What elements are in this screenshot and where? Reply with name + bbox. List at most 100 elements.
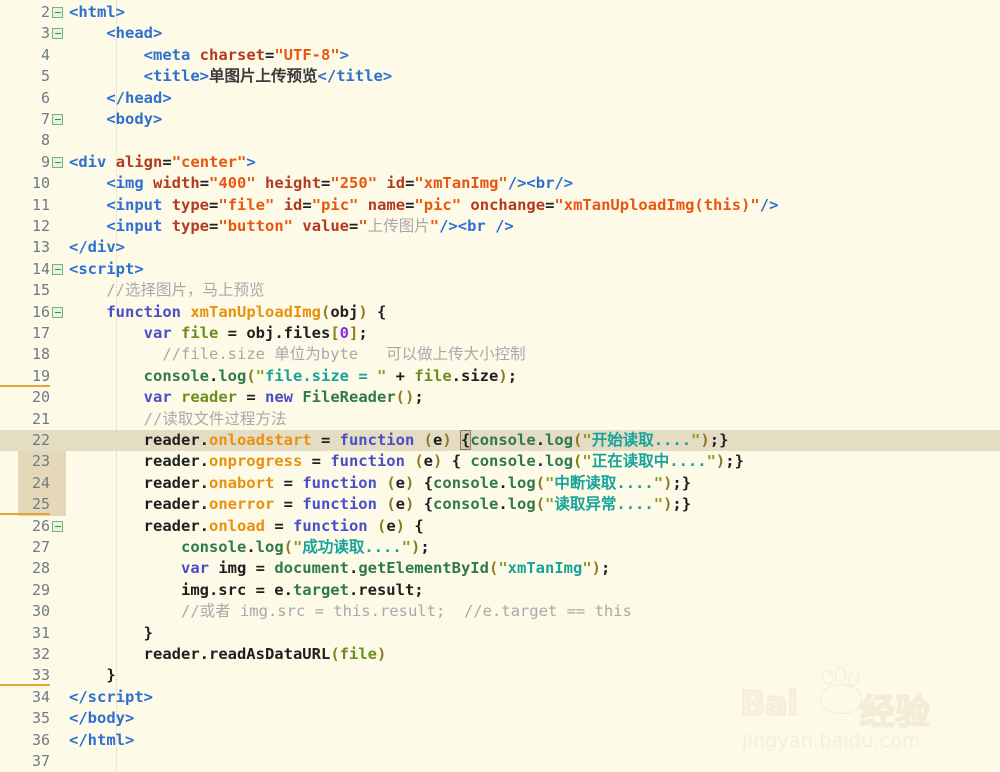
line-number[interactable]: 37 [0, 751, 50, 772]
line-number[interactable]: 28 [0, 558, 50, 579]
line-number[interactable]: 34 [0, 687, 50, 708]
code-line[interactable]: 7 <body> [0, 109, 1000, 130]
code-text[interactable]: <input type="button" value="上传图片"/><br /… [69, 216, 513, 237]
fold-collapse-icon[interactable] [52, 28, 63, 40]
code-line[interactable]: 11 <input type="file" id="pic" name="pic… [0, 195, 1000, 216]
line-number[interactable]: 33 [0, 665, 50, 687]
line-number[interactable]: 27 [0, 537, 50, 558]
code-editor[interactable]: 2 <html> 3 <head> 4 <meta charset="UTF-8"> 5… [0, 0, 1000, 772]
line-number[interactable]: 3 [0, 23, 50, 44]
code-text[interactable]: <div align="center"> [69, 152, 256, 173]
fold-collapse-icon[interactable] [52, 306, 63, 318]
code-text[interactable]: //或者 img.src = this.result; //e.target =… [69, 601, 632, 622]
fold-collapse-icon[interactable] [52, 156, 63, 168]
line-number[interactable]: 16 [0, 302, 50, 323]
code-line[interactable]: 8 [0, 130, 1000, 151]
code-line[interactable]: 16 function xmTanUploadImg(obj) { [0, 302, 1000, 323]
code-line[interactable]: 27 console.log("成功读取...."); [0, 537, 1000, 558]
code-line[interactable]: 24 reader.onabort = function (e) {consol… [0, 473, 1000, 494]
line-number[interactable]: 25 [0, 494, 50, 516]
code-text[interactable]: <body> [69, 109, 162, 130]
code-line[interactable]: 23 reader.onprogress = function (e) { co… [0, 451, 1000, 472]
line-number[interactable]: 35 [0, 708, 50, 729]
line-number[interactable]: 24 [0, 473, 50, 494]
line-number[interactable]: 30 [0, 601, 50, 622]
code-text[interactable]: <html> [69, 2, 125, 23]
code-text[interactable]: <head> [69, 23, 162, 44]
line-number[interactable]: 15 [0, 280, 50, 301]
code-line[interactable]: 18 //file.size 单位为byte 可以做上传大小控制 [0, 344, 1000, 365]
fold-collapse-icon[interactable] [52, 263, 63, 275]
code-line[interactable]: 17 var file = obj.files[0]; [0, 323, 1000, 344]
line-number[interactable]: 20 [0, 387, 50, 408]
code-text[interactable]: <meta charset="UTF-8"> [69, 45, 349, 66]
code-line[interactable]: 37 [0, 751, 1000, 772]
code-text[interactable]: <input type="file" id="pic" name="pic" o… [69, 195, 778, 216]
code-text[interactable]: reader.onloadstart = function (e) {conso… [69, 430, 728, 451]
code-line[interactable]: 4 <meta charset="UTF-8"> [0, 45, 1000, 66]
fold-collapse-icon[interactable] [52, 520, 63, 532]
code-text[interactable]: reader.onerror = function (e) {console.l… [69, 494, 691, 515]
line-number[interactable]: 5 [0, 66, 50, 87]
code-line[interactable]: 10 <img width="400" height="250" id="xmT… [0, 173, 1000, 194]
code-text[interactable]: reader.onload = function (e) { [69, 516, 424, 537]
line-number[interactable]: 29 [0, 580, 50, 601]
line-number[interactable]: 26 [0, 516, 50, 537]
line-number[interactable]: 10 [0, 173, 50, 194]
fold-collapse-icon[interactable] [52, 7, 63, 18]
code-text[interactable]: var file = obj.files[0]; [69, 323, 368, 344]
code-line[interactable]: 15 //选择图片，马上预览 [0, 280, 1000, 301]
code-text[interactable]: console.log("成功读取...."); [69, 537, 430, 558]
code-text[interactable]: </script> [69, 687, 153, 708]
code-line[interactable]: 28 var img = document.getElementById("xm… [0, 558, 1000, 579]
code-text[interactable]: img.src = e.target.result; [69, 580, 424, 601]
line-number[interactable]: 4 [0, 45, 50, 66]
line-number[interactable]: 13 [0, 237, 50, 258]
code-line[interactable]: 2 <html> [0, 2, 1000, 23]
code-line[interactable]: 3 <head> [0, 23, 1000, 44]
code-text[interactable]: //选择图片，马上预览 [69, 280, 264, 301]
code-line[interactable]: 21 //读取文件过程方法 [0, 409, 1000, 430]
code-line[interactable]: 29 img.src = e.target.result; [0, 580, 1000, 601]
code-text[interactable]: //file.size 单位为byte 可以做上传大小控制 [69, 344, 525, 365]
code-text[interactable]: } [69, 665, 115, 686]
code-text[interactable]: function xmTanUploadImg(obj) { [69, 302, 386, 323]
line-number[interactable]: 11 [0, 195, 50, 216]
code-line[interactable]: 19 console.log("file.size = " + file.siz… [0, 366, 1000, 387]
code-line[interactable]: 31 } [0, 623, 1000, 644]
line-number[interactable]: 19 [0, 366, 50, 387]
line-number[interactable]: 14 [0, 259, 50, 280]
code-line[interactable]: 14 <script> [0, 259, 1000, 280]
code-line[interactable]: 13 </div> [0, 237, 1000, 258]
code-line[interactable]: 6 </head> [0, 88, 1000, 109]
code-text[interactable]: </html> [69, 730, 134, 751]
fold-collapse-icon[interactable] [52, 114, 63, 125]
code-text[interactable]: <script> [69, 259, 144, 280]
line-number[interactable]: 17 [0, 323, 50, 344]
code-text[interactable]: <title>单图片上传预览</title> [69, 66, 393, 87]
line-number[interactable]: 21 [0, 409, 50, 430]
code-line[interactable]: 20 var reader = new FileReader(); [0, 387, 1000, 408]
code-line[interactable]: 9 <div align="center"> [0, 152, 1000, 173]
line-number[interactable]: 23 [0, 451, 50, 472]
line-number[interactable]: 6 [0, 88, 50, 109]
code-text[interactable]: </body> [69, 708, 134, 729]
line-number[interactable]: 2 [0, 2, 50, 23]
code-line[interactable]: 26 reader.onload = function (e) { [0, 516, 1000, 537]
code-text[interactable]: } [69, 623, 153, 644]
line-number[interactable]: 31 [0, 623, 50, 644]
code-text[interactable]: //读取文件过程方法 [69, 409, 287, 430]
line-number[interactable]: 32 [0, 644, 50, 665]
code-line[interactable]: 35 </body> [0, 708, 1000, 729]
code-line[interactable]: 30 //或者 img.src = this.result; //e.targe… [0, 601, 1000, 622]
code-line[interactable]: 32 reader.readAsDataURL(file) [0, 644, 1000, 665]
code-text[interactable]: </head> [69, 88, 171, 109]
line-number[interactable]: 22 [0, 430, 50, 451]
code-text[interactable]: console.log("file.size = " + file.size); [69, 366, 517, 387]
code-text[interactable]: reader.onprogress = function (e) { conso… [69, 451, 744, 472]
code-line[interactable]: 34 </script> [0, 687, 1000, 708]
code-line[interactable]: 22 reader.onloadstart = function (e) {co… [0, 430, 1000, 451]
code-line[interactable]: 12 <input type="button" value="上传图片"/><b… [0, 216, 1000, 237]
line-number[interactable]: 8 [0, 130, 50, 151]
code-text[interactable]: reader.readAsDataURL(file) [69, 644, 387, 665]
